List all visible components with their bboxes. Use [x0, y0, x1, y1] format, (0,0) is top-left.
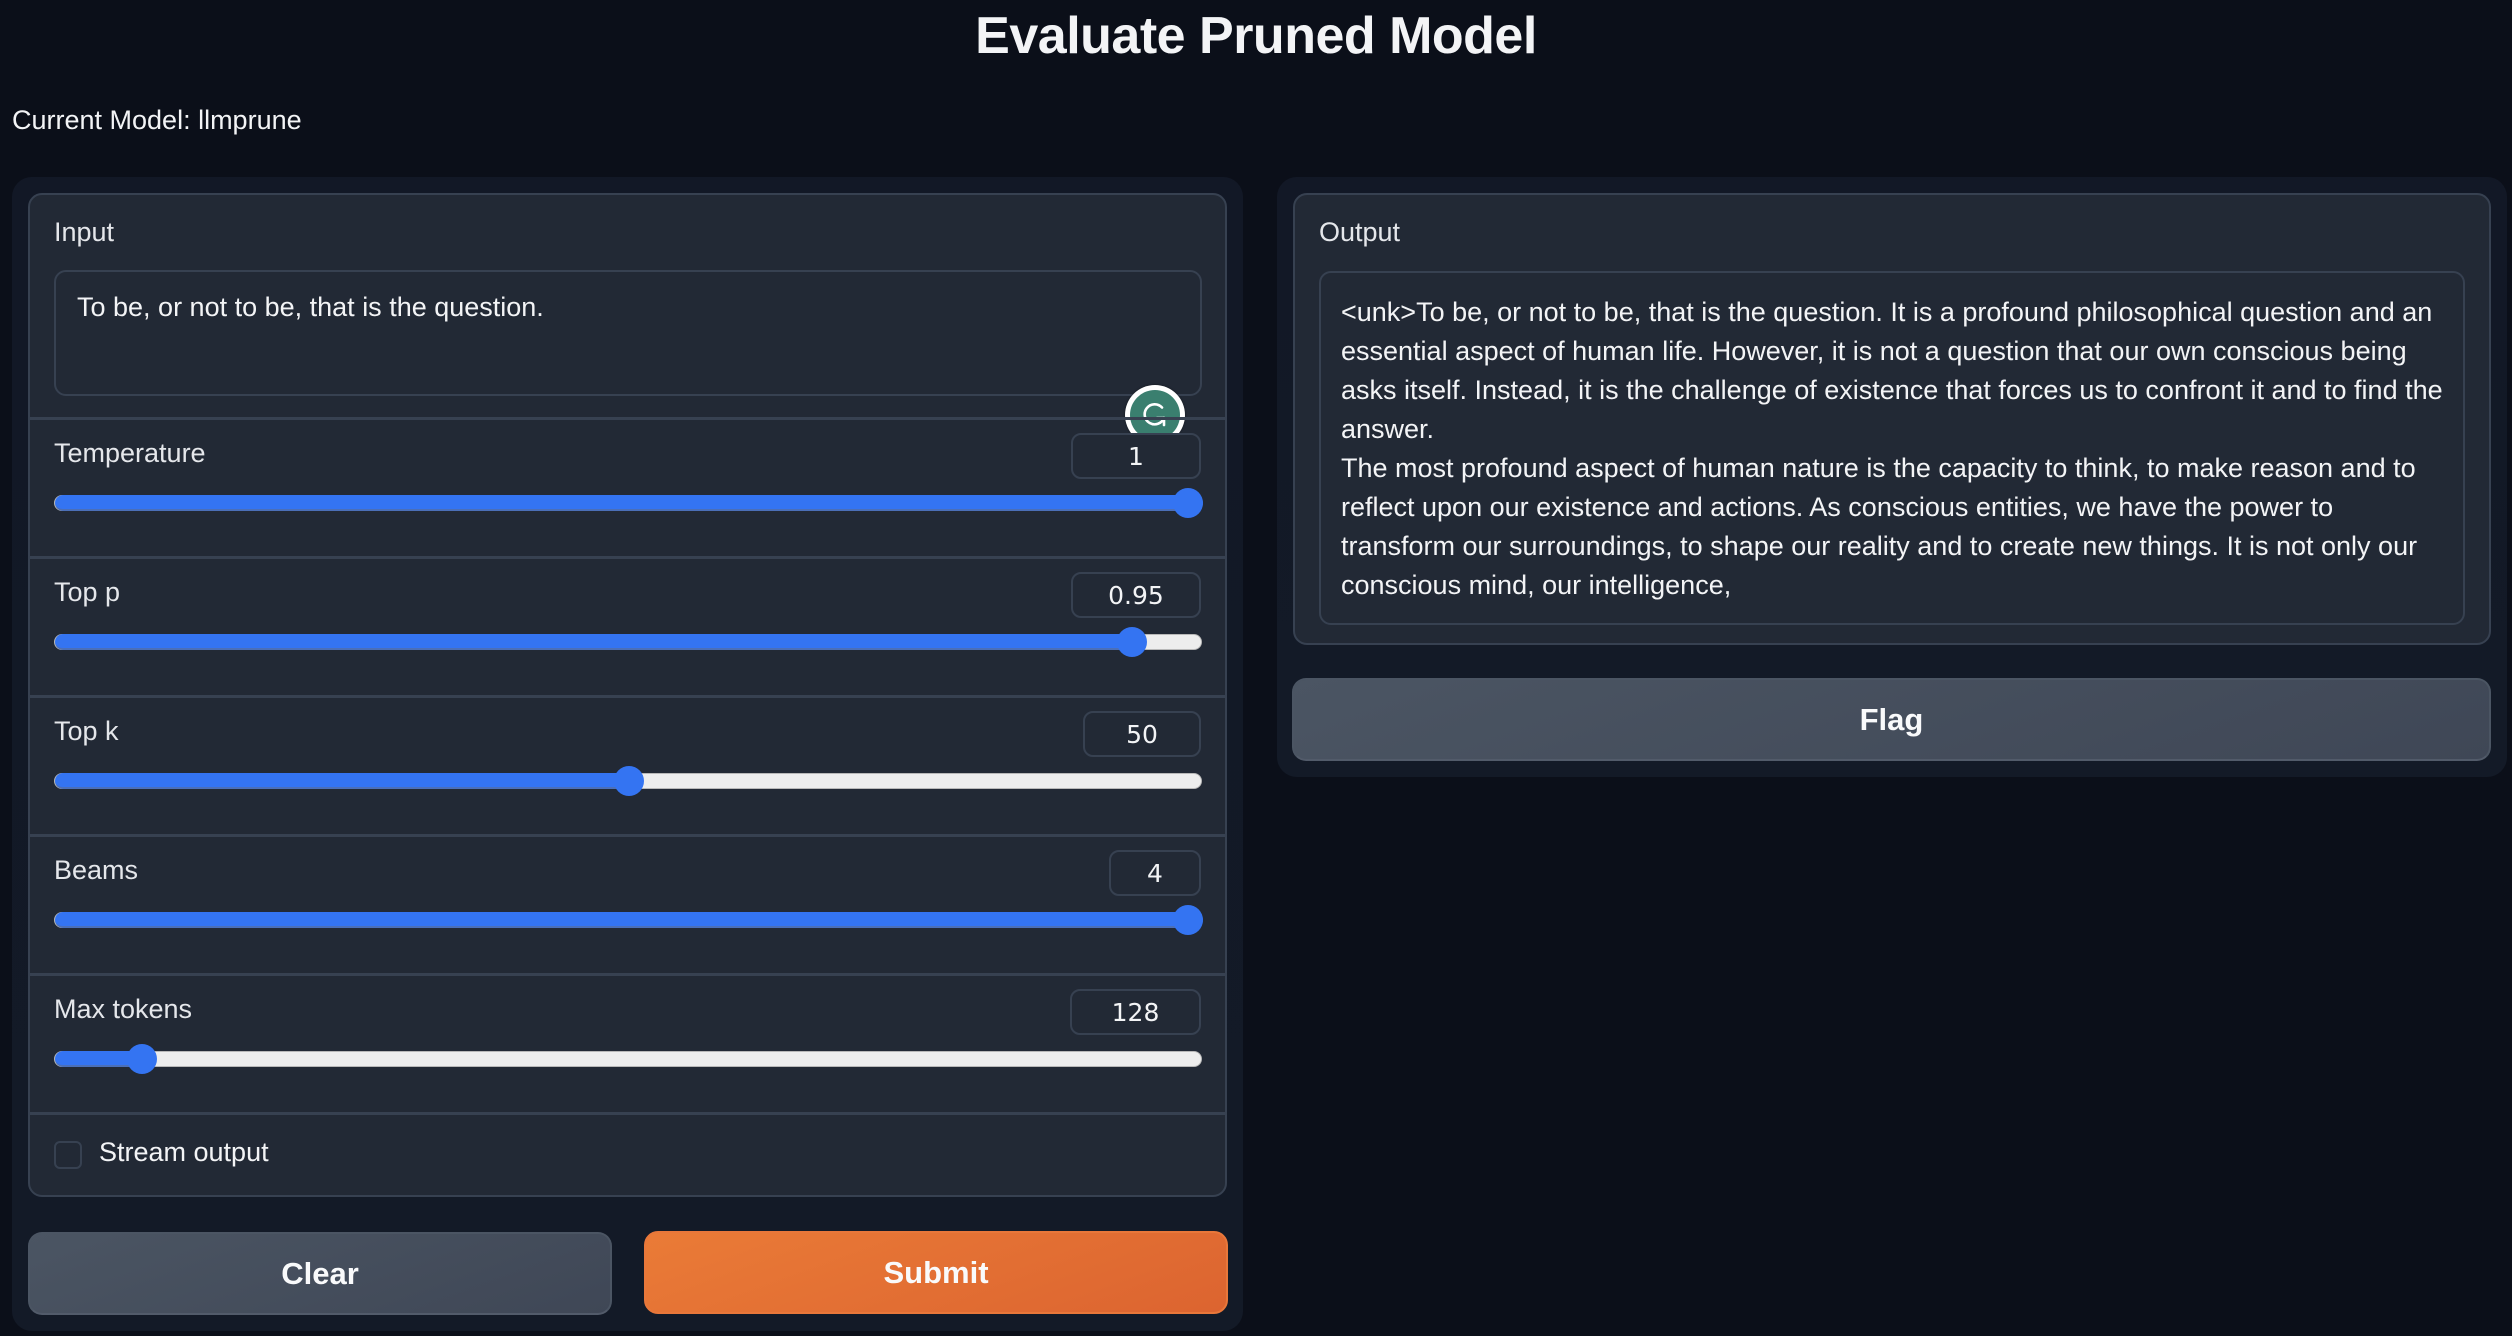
- beams-slider[interactable]: [54, 905, 1203, 935]
- top-k-slider-thumb[interactable]: [614, 766, 644, 796]
- stream-output-checkbox[interactable]: [54, 1141, 82, 1169]
- max-tokens-number-input[interactable]: 128: [1070, 989, 1201, 1035]
- top-k-slider-fill: [55, 773, 629, 789]
- temperature-label: Temperature: [54, 438, 206, 468]
- top-k-number-input[interactable]: 50: [1083, 711, 1201, 757]
- output-paragraph: The most profound aspect of human nature…: [1341, 453, 2418, 600]
- top-p-slider-group: Top p 0.95: [30, 559, 1225, 695]
- output-block: Output <unk>To be, or not to be, that is…: [1293, 193, 2491, 645]
- top-p-number-input[interactable]: 0.95: [1071, 572, 1201, 618]
- beams-slider-fill: [55, 912, 1203, 928]
- top-k-label: Top k: [54, 716, 119, 746]
- top-p-label: Top p: [54, 577, 121, 607]
- temperature-slider-group: Temperature 1: [30, 420, 1225, 556]
- submit-button[interactable]: Submit: [644, 1231, 1228, 1314]
- current-model-label: Current Model: llmprune: [12, 105, 302, 135]
- max-tokens-slider-thumb[interactable]: [126, 1044, 157, 1074]
- top-p-slider-thumb[interactable]: [1117, 627, 1148, 657]
- stream-output-section: Stream output: [30, 1115, 1225, 1195]
- beams-slider-thumb[interactable]: [1173, 905, 1203, 935]
- top-k-slider-group: Top k 50: [30, 698, 1225, 834]
- output-label: Output: [1319, 217, 1401, 247]
- beams-label: Beams: [54, 855, 139, 885]
- temperature-number-input[interactable]: 1: [1071, 433, 1201, 479]
- top-p-slider-fill: [55, 634, 1133, 650]
- temperature-slider-thumb[interactable]: [1173, 488, 1203, 518]
- top-k-slider[interactable]: [54, 766, 1202, 796]
- flag-button[interactable]: Flag: [1292, 678, 2491, 761]
- output-panel: Output <unk>To be, or not to be, that is…: [1277, 177, 2507, 777]
- max-tokens-slider[interactable]: [54, 1044, 1202, 1074]
- top-p-slider[interactable]: [54, 627, 1202, 657]
- output-paragraph: <unk>To be, or not to be, that is the qu…: [1341, 297, 2443, 444]
- clear-button[interactable]: Clear: [28, 1232, 612, 1315]
- max-tokens-label: Max tokens: [54, 994, 193, 1024]
- input-text: To be, or not to be, that is the questio…: [77, 292, 544, 322]
- temperature-slider-fill: [55, 495, 1203, 511]
- max-tokens-slider-group: Max tokens 128: [30, 976, 1225, 1112]
- temperature-slider[interactable]: [54, 488, 1203, 518]
- stream-output-label[interactable]: Stream output: [99, 1137, 269, 1168]
- input-form: Input To be, or not to be, that is the q…: [28, 193, 1227, 1197]
- input-panel: Input To be, or not to be, that is the q…: [12, 177, 1243, 1331]
- beams-number-input[interactable]: 4: [1109, 850, 1201, 896]
- page-title: Evaluate Pruned Model: [975, 7, 1537, 65]
- input-label: Input: [54, 217, 115, 247]
- input-textarea[interactable]: To be, or not to be, that is the questio…: [54, 270, 1202, 445]
- output-textbox[interactable]: <unk>To be, or not to be, that is the qu…: [1319, 271, 2465, 625]
- input-section: Input To be, or not to be, that is the q…: [30, 195, 1225, 445]
- beams-slider-group: Beams 4: [30, 837, 1225, 973]
